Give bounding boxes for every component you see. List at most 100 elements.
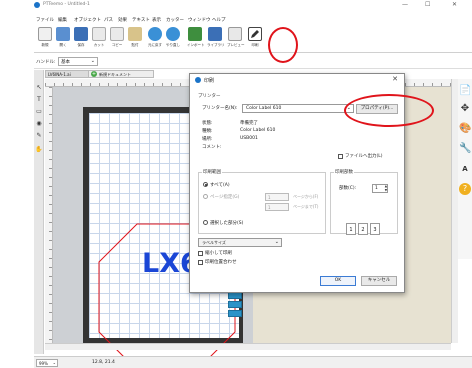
open-button[interactable]: 開く: [55, 27, 71, 48]
chevron-down-icon: ⌄: [90, 58, 95, 64]
save-button[interactable]: 保存: [73, 27, 89, 48]
status-value: 準備完了: [240, 121, 258, 126]
print-range-group: 印刷範囲 すべて(A) ページ指定(G) 1 ページから(F) 1 ページまで(…: [198, 169, 326, 234]
wrench-icon[interactable]: 🔧: [459, 143, 471, 155]
redo-button[interactable]: やり直し: [165, 27, 181, 48]
print-to-file-checkbox[interactable]: [338, 154, 343, 159]
move-icon[interactable]: ✥: [459, 103, 471, 115]
preview-button[interactable]: プレビュー: [227, 27, 245, 48]
menu-bar: ファイル 編集 オブジェクト パス 効果 テキスト 表示 カッター ウィンドウ …: [34, 13, 472, 23]
plus-icon: +: [91, 71, 97, 77]
text-tool-icon[interactable]: T: [35, 96, 43, 104]
undo-icon: [148, 27, 162, 41]
page-from-unit: ページから(F): [293, 194, 319, 199]
annotation-circle-properties: [344, 94, 434, 127]
minimize-button[interactable]: —: [402, 1, 408, 8]
left-toolbox: ↖ T ▭ ◉ ✎ ✋: [34, 70, 44, 354]
annotation-circle-print: [268, 27, 298, 63]
collate-preview: 1 2 3: [346, 223, 386, 237]
dialog-title: 印刷: [204, 78, 215, 84]
where-label: 場所:: [202, 137, 213, 142]
redo-icon: [166, 27, 180, 41]
copies-section-label: 印刷部数: [334, 169, 354, 175]
type-value: Color Label 610: [240, 128, 276, 133]
range-selection-radio[interactable]: [203, 220, 208, 225]
open-folder-icon: [56, 27, 70, 41]
ok-button[interactable]: OK: [320, 276, 356, 286]
close-button[interactable]: ✕: [452, 1, 457, 8]
copies-group: 印刷部数 部数(C): 1 ▲ ▼ 1 2 3: [330, 169, 398, 237]
page-icon[interactable]: 📄: [459, 85, 471, 97]
chevron-down-icon: ⌄: [52, 360, 56, 365]
ruler-vertical: [45, 87, 53, 343]
range-selection-label: 選択した部分(S): [210, 221, 244, 226]
range-section-label: 印刷範囲: [202, 169, 222, 175]
help-icon[interactable]: ?: [459, 183, 471, 195]
zoom-select[interactable]: 99% ⌄: [36, 359, 58, 367]
range-pages-label: ページ指定(G): [210, 195, 240, 200]
printer-section-label: プリンター: [198, 94, 221, 99]
paste-button[interactable]: 貼付: [127, 27, 143, 48]
vertical-scrollbar[interactable]: [451, 79, 458, 343]
handle-select[interactable]: 基本 ⌄: [58, 57, 98, 66]
pen-tool-icon[interactable]: ✎: [35, 132, 43, 140]
align-print-checkbox[interactable]: [198, 260, 203, 265]
align-print-label: 印刷位置合わせ: [205, 260, 237, 265]
print-pencil-icon: [248, 27, 262, 41]
handle-bar: ハンドル: 基本 ⌄: [34, 55, 472, 69]
shrink-print-checkbox[interactable]: [198, 251, 203, 256]
pencil-icon: [251, 30, 259, 38]
cut-button[interactable]: カット: [91, 27, 107, 48]
where-value: USB001: [240, 136, 258, 141]
range-all-label: すべて(A): [210, 183, 230, 188]
library-button[interactable]: ライブラリ: [207, 27, 225, 48]
comment-label: コメント:: [202, 145, 222, 150]
page-to-input[interactable]: 1: [265, 203, 289, 211]
fill-tool-icon[interactable]: ◉: [35, 120, 43, 128]
range-all-radio[interactable]: [203, 182, 208, 187]
shrink-print-label: 縮小して印刷: [205, 251, 232, 256]
text-style-icon[interactable]: A: [459, 163, 471, 175]
status-label: 状態:: [202, 121, 213, 126]
palette-icon[interactable]: 🎨: [459, 123, 471, 135]
page-from-input[interactable]: 1: [265, 193, 289, 201]
preview-icon: [228, 27, 242, 41]
range-pages-radio[interactable]: [203, 194, 208, 199]
tab-new-document[interactable]: + 新規ドキュメント: [88, 70, 154, 78]
cancel-button[interactable]: キャンセル: [361, 276, 397, 286]
cut-icon: [92, 27, 106, 41]
page-to-unit: ページまで(T): [293, 204, 319, 209]
spin-down-icon[interactable]: ▼: [385, 188, 387, 192]
copies-spinner[interactable]: 1 ▲ ▼: [372, 184, 388, 193]
app-logo-icon: [34, 2, 40, 8]
chevron-down-icon: ⌄: [274, 239, 279, 245]
paste-icon: [128, 27, 142, 41]
dialog-titlebar: 印刷 ✕: [190, 74, 404, 86]
import-button[interactable]: インポート: [187, 27, 205, 48]
maximize-button[interactable]: ☐: [425, 1, 430, 8]
hand-tool-icon[interactable]: ✋: [35, 146, 43, 154]
right-panel: 📄 ✥ 🎨 🔧 A ?: [458, 79, 472, 259]
type-label: 種類:: [202, 129, 213, 134]
shape-tool-icon[interactable]: ▭: [35, 108, 43, 116]
handle-label: ハンドル:: [36, 60, 56, 65]
toolbar: 新規 開く 保存 カット コピー 貼付 元に戻す やり直し インポート ライブラ…: [34, 23, 472, 53]
printer-name-label: プリンター名(N):: [202, 106, 238, 111]
window-title: PTTeemo - Untitled-1: [43, 2, 90, 7]
horizontal-scrollbar[interactable]: [45, 343, 451, 350]
library-icon: [208, 27, 222, 41]
save-icon: [74, 27, 88, 41]
fit-option-select[interactable]: ラベルサイズ ⌄: [198, 238, 282, 247]
print-to-file-label: ファイルへ出力(L): [345, 154, 383, 159]
new-button[interactable]: 新規: [37, 27, 53, 48]
app-logo-icon: [195, 77, 201, 83]
select-tool-icon[interactable]: ↖: [35, 84, 43, 92]
copy-button[interactable]: コピー: [109, 27, 125, 48]
copies-label: 部数(C):: [339, 186, 357, 191]
copy-icon: [110, 27, 124, 41]
printer-name-select[interactable]: Color Label 610 ⌄: [242, 104, 354, 113]
undo-button[interactable]: 元に戻す: [147, 27, 163, 48]
status-bar: 99% ⌄ 12.8, 21.4: [34, 356, 472, 368]
dialog-close-button[interactable]: ✕: [392, 75, 398, 83]
print-button[interactable]: 印刷: [247, 27, 263, 48]
